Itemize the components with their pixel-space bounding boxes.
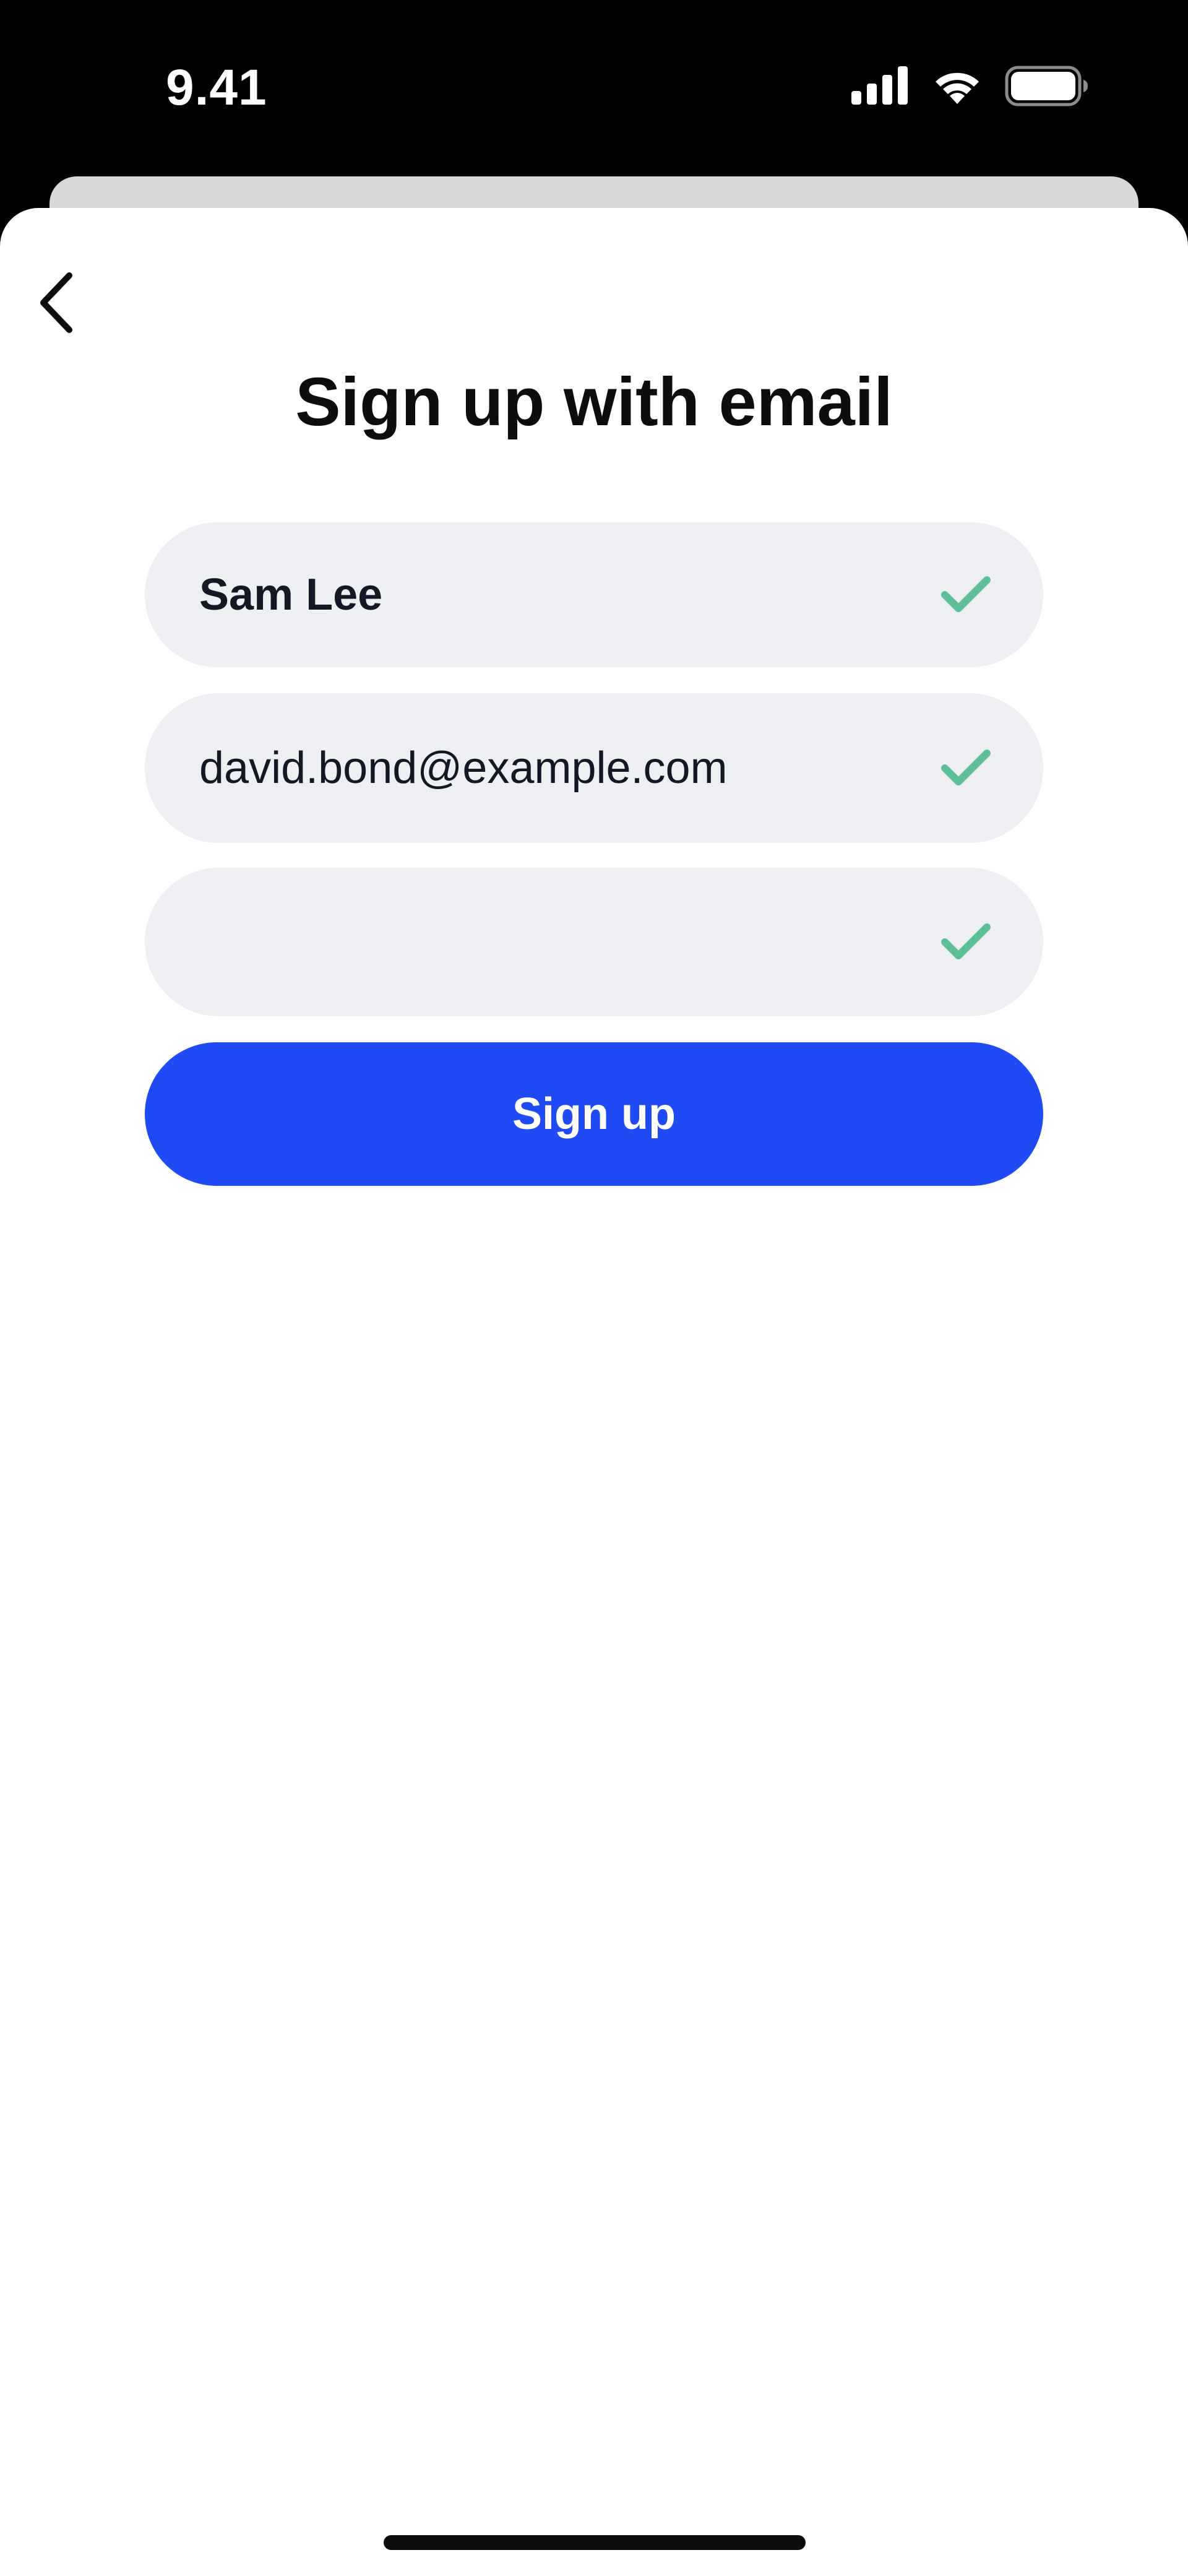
name-field-value: Sam Lee xyxy=(199,570,383,620)
password-field[interactable] xyxy=(145,868,1043,1016)
check-icon xyxy=(938,920,994,964)
status-time: 9.41 xyxy=(166,59,267,116)
app-screen: 9.41 Sign up with email Sam Lee david.bo… xyxy=(0,0,1188,2576)
back-button[interactable] xyxy=(22,264,90,344)
chevron-left-icon xyxy=(35,272,78,337)
check-icon xyxy=(938,573,994,616)
name-field[interactable]: Sam Lee xyxy=(145,522,1043,667)
email-field[interactable]: david.bond@example.com xyxy=(145,693,1043,843)
sign-up-button[interactable]: Sign up xyxy=(145,1042,1043,1186)
email-field-value: david.bond@example.com xyxy=(199,743,728,793)
page-title: Sign up with email xyxy=(295,364,893,440)
status-icons xyxy=(850,65,1089,110)
signup-sheet: Sign up with email Sam Lee david.bond@ex… xyxy=(0,208,1188,2576)
status-bar: 9.41 xyxy=(0,0,1188,179)
battery-icon xyxy=(1005,66,1089,110)
wifi-icon xyxy=(931,66,984,110)
check-icon xyxy=(938,746,994,790)
cellular-signal-icon xyxy=(850,66,910,109)
home-indicator xyxy=(384,2535,806,2550)
